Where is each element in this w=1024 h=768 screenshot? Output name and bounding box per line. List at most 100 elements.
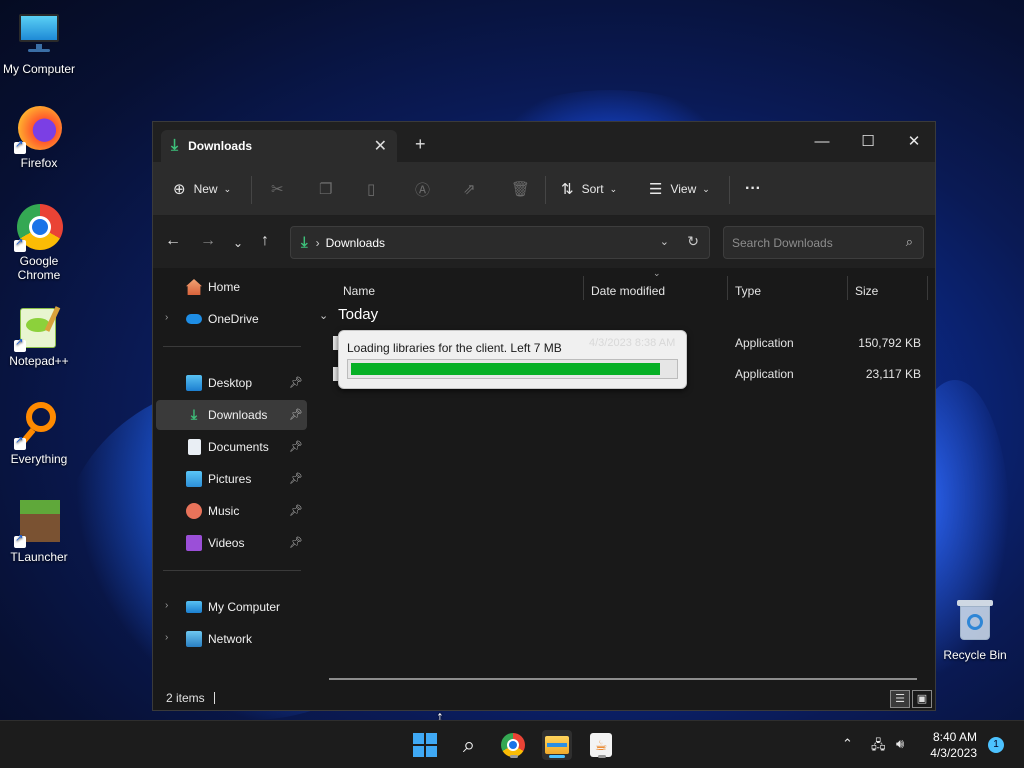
rename-icon: Ⓐ bbox=[415, 181, 431, 199]
file-explorer-taskbar-button[interactable] bbox=[542, 730, 572, 760]
cut-button[interactable]: ✂ bbox=[271, 176, 292, 202]
search-taskbar-icon[interactable]: ⌕ bbox=[454, 730, 484, 760]
sidebar-item-videos[interactable]: Videos 📌︎ bbox=[156, 528, 307, 558]
details-view-icon[interactable]: ☰ bbox=[890, 690, 910, 708]
search-input[interactable]: Search Downloads ⌕ bbox=[723, 226, 924, 259]
sidebar-item-label: Documents bbox=[208, 440, 269, 454]
notification-badge[interactable]: 1 bbox=[988, 737, 1004, 753]
desktop-icon-recycle-bin[interactable]: Recycle Bin bbox=[937, 598, 1013, 662]
tab-downloads[interactable]: ⤓ Downloads ✕ bbox=[161, 130, 397, 162]
volume-icon[interactable]: 🔊︎ bbox=[896, 736, 904, 752]
loading-dialog: Loading libraries for the client. Left 7… bbox=[338, 330, 687, 389]
pin-icon[interactable]: 📌︎ bbox=[289, 376, 303, 389]
network-status-icon[interactable]: 🖧︎ bbox=[871, 736, 886, 758]
search-icon: ⌕ bbox=[905, 234, 913, 249]
plus-circle-icon: ⊕ bbox=[173, 181, 186, 198]
breadcrumb-chevron-icon: › bbox=[315, 235, 320, 250]
column-header-name[interactable]: Name bbox=[343, 276, 375, 306]
sidebar-item-documents[interactable]: Documents 📌︎ bbox=[156, 432, 307, 462]
rename-button[interactable]: Ⓐ bbox=[415, 176, 438, 202]
column-header-type[interactable]: Type bbox=[735, 276, 761, 306]
sidebar-divider bbox=[163, 570, 301, 571]
expand-chevron-icon[interactable]: › bbox=[165, 632, 168, 643]
sidebar-item-label: Downloads bbox=[208, 408, 268, 422]
desktop-icon-notepadpp[interactable]: Notepad++ bbox=[1, 304, 77, 368]
address-bar[interactable]: ⤓ › Downloads ⌄ ↻ bbox=[290, 226, 710, 259]
desktop-icon-label: Recycle Bin bbox=[943, 648, 1007, 662]
clock[interactable]: 8:40 AM 4/3/2023 bbox=[930, 729, 977, 761]
close-button[interactable]: ✕ bbox=[891, 128, 937, 156]
column-divider[interactable] bbox=[583, 276, 584, 300]
new-button[interactable]: ⊕ New ⌄ bbox=[173, 176, 231, 202]
breadcrumb-downloads[interactable]: Downloads bbox=[326, 236, 385, 250]
collapse-chevron-icon[interactable]: ⌄ bbox=[319, 310, 328, 322]
table-row[interactable] bbox=[331, 448, 931, 479]
copy-button[interactable]: ❐ bbox=[319, 176, 340, 202]
tiles-view-icon[interactable]: ▣ bbox=[912, 690, 932, 708]
sidebar-divider bbox=[163, 346, 301, 347]
desktop-icon-firefox[interactable]: Firefox bbox=[1, 106, 77, 170]
expand-chevron-icon[interactable]: › bbox=[165, 312, 168, 323]
sidebar-item-my-computer[interactable]: › My Computer bbox=[156, 592, 307, 622]
sidebar-item-home[interactable]: Home bbox=[156, 272, 307, 302]
show-hidden-icons-chevron-icon[interactable]: ⌃ bbox=[842, 736, 853, 752]
more-options-button[interactable]: ··· bbox=[745, 176, 761, 202]
column-divider[interactable] bbox=[727, 276, 728, 300]
pin-icon[interactable]: 📌︎ bbox=[289, 408, 303, 421]
share-button[interactable]: ⇗ bbox=[463, 176, 484, 202]
sidebar-item-music[interactable]: Music 📌︎ bbox=[156, 496, 307, 526]
pin-icon[interactable]: 📌︎ bbox=[289, 536, 303, 549]
file-date: 4/3/2023 8:38 AM bbox=[589, 337, 676, 349]
maximize-button[interactable]: ☐ bbox=[845, 128, 891, 156]
sidebar-item-onedrive[interactable]: › OneDrive bbox=[156, 304, 307, 334]
status-bar: 2 items ☰ ▣ bbox=[153, 686, 935, 710]
column-divider[interactable] bbox=[927, 276, 928, 300]
search-placeholder: Search Downloads bbox=[732, 236, 833, 250]
desktop-icon-label: Notepad++ bbox=[9, 354, 69, 368]
new-tab-button[interactable]: + bbox=[415, 134, 426, 155]
close-tab-icon[interactable]: ✕ bbox=[374, 136, 387, 156]
share-icon: ⇗ bbox=[463, 181, 476, 198]
pin-icon[interactable]: 📌︎ bbox=[289, 504, 303, 517]
chrome-taskbar-button[interactable] bbox=[498, 730, 528, 760]
expand-chevron-icon[interactable]: › bbox=[165, 600, 168, 611]
download-icon: ⤓ bbox=[190, 406, 198, 422]
notepadpp-icon bbox=[14, 304, 62, 352]
minimize-button[interactable]: — bbox=[799, 128, 845, 156]
horizontal-scrollbar[interactable] bbox=[329, 678, 917, 680]
windows-logo-icon bbox=[413, 733, 437, 757]
delete-button[interactable]: 🗑︎ bbox=[511, 176, 538, 202]
desktop-icon-chrome[interactable]: Google Chrome bbox=[1, 204, 77, 282]
desktop-icon-everything[interactable]: Everything bbox=[1, 402, 77, 466]
scissors-icon: ✂ bbox=[271, 181, 284, 198]
view-button[interactable]: ☰ View ⌄ bbox=[649, 176, 710, 202]
back-arrow-icon[interactable]: ← bbox=[165, 232, 181, 250]
sidebar-item-network[interactable]: › Network bbox=[156, 624, 307, 654]
java-taskbar-button[interactable]: ☕︎ bbox=[586, 730, 616, 760]
up-arrow-icon[interactable]: ↑ bbox=[261, 232, 269, 250]
sidebar-item-downloads[interactable]: ⤓ Downloads 📌︎ bbox=[156, 400, 307, 430]
column-divider[interactable] bbox=[847, 276, 848, 300]
refresh-icon[interactable]: ↻ bbox=[687, 233, 699, 250]
recycle-bin-icon bbox=[952, 598, 998, 644]
home-icon bbox=[186, 279, 202, 295]
forward-arrow-icon[interactable]: → bbox=[200, 232, 216, 250]
desktop-icon-my-computer[interactable]: My Computer bbox=[1, 12, 77, 76]
pin-icon[interactable]: 📌︎ bbox=[289, 472, 303, 485]
start-button[interactable] bbox=[410, 730, 440, 760]
group-header-today[interactable]: ⌄ Today bbox=[319, 306, 378, 323]
paste-button[interactable]: ▯ bbox=[367, 176, 383, 202]
pin-icon[interactable]: 📌︎ bbox=[289, 440, 303, 453]
column-header-size[interactable]: Size bbox=[855, 276, 878, 306]
column-header-date[interactable]: Date modified bbox=[591, 276, 665, 306]
sidebar-item-desktop[interactable]: Desktop 📌︎ bbox=[156, 368, 307, 398]
sort-button[interactable]: ⇅ Sort ⌄ bbox=[561, 176, 617, 202]
progress-bar-fill bbox=[351, 363, 660, 375]
time: 8:40 AM bbox=[932, 730, 977, 744]
recent-locations-chevron-icon[interactable]: ⌄ bbox=[233, 236, 243, 250]
sidebar-item-pictures[interactable]: Pictures 📌︎ bbox=[156, 464, 307, 494]
cloud-icon bbox=[186, 314, 202, 324]
sidebar-item-label: Home bbox=[208, 280, 241, 294]
desktop-icon-tlauncher[interactable]: TLauncher bbox=[1, 500, 77, 564]
chevron-down-icon[interactable]: ⌄ bbox=[660, 235, 669, 248]
